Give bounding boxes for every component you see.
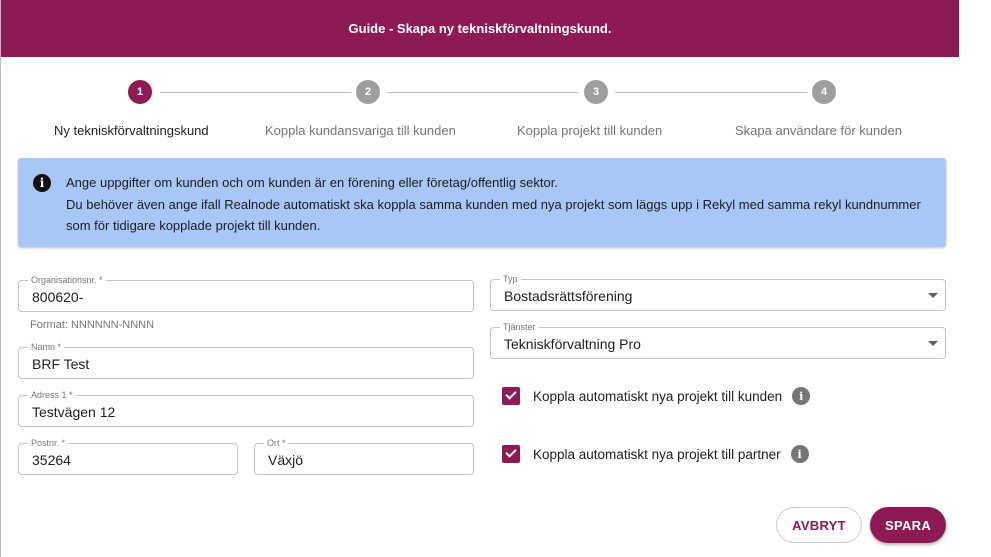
step-connector [387,92,579,93]
name-field[interactable]: Namn * BRF Test [18,341,474,379]
org-nr-helper: Format: NNNNNN-NNNN [30,319,155,331]
step-1-label[interactable]: Ny tekniskförvaltningskund [54,123,209,138]
step-3-label[interactable]: Koppla projekt till kunden [517,123,662,138]
dialog-title: Guide - Skapa ny teknisk​förvaltningskun… [348,21,612,36]
info-icon: i [33,174,51,192]
org-nr-value: 800620- [32,289,84,305]
auto-project-label[interactable]: Koppla automatiskt nya projekt till kund… [533,389,782,404]
postal-code-field[interactable]: Postnr. * 35264 [18,437,238,475]
address-value: Testvägen 12 [32,404,116,420]
auto-partner-checkbox[interactable] [502,445,520,463]
check-icon [505,388,517,400]
info-alert: i Ange uppgifter om kunden och om kunden… [18,158,946,247]
type-select[interactable]: Typ Bostadsrättsförening [490,273,946,311]
info-line-1: Ange uppgifter om kunden och om kunden ä… [66,175,558,190]
address-label: Adress 1 * [28,389,76,401]
city-field[interactable]: Ort * Växjö [254,437,474,475]
step-3-circle[interactable]: 3 [584,80,608,104]
address-field[interactable]: Adress 1 * Testvägen 12 [18,389,474,427]
services-label: Tjänster [500,321,539,333]
step-4-label[interactable]: Skapa användare för kunden [735,123,902,138]
step-2-label[interactable]: Koppla kundansvariga till kunden [265,123,456,138]
services-select[interactable]: Tjänster Tekniskförvaltning Pro [490,321,946,359]
auto-project-checkbox[interactable] [502,387,520,405]
check-icon [505,446,517,458]
caret-down-icon [928,341,938,346]
type-value: Bostadsrättsförening [504,288,633,304]
dialog: Guide - Skapa ny teknisk​förvaltningskun… [0,0,959,557]
type-label: Typ [500,273,521,285]
city-label: Ort * [264,437,289,449]
info-line-2: Du behöver även ange ifall Realnode auto… [66,196,921,234]
info-text: Ange uppgifter om kunden och om kunden ä… [66,172,926,237]
auto-project-row: Koppla automatiskt nya projekt till kund… [502,385,811,407]
org-nr-label: Organisationsnr. * [28,274,106,286]
auto-partner-row: Koppla automatiskt nya projekt till part… [502,443,809,465]
step-4-circle[interactable]: 4 [812,80,836,104]
stepper: 1 2 3 4 Ny tekniskförvaltningskund Koppl… [1,80,959,140]
org-nr-field[interactable]: Organisationsnr. * 800620- [18,274,474,312]
info-icon[interactable]: i [790,445,809,463]
step-2-circle[interactable]: 2 [356,80,380,104]
auto-partner-label[interactable]: Koppla automatiskt nya projekt till part… [533,447,781,462]
name-label: Namn * [28,341,65,353]
dialog-header: Guide - Skapa ny teknisk​förvaltningskun… [1,0,959,57]
step-connector [615,92,807,93]
cancel-button[interactable]: AVBRYT [776,507,862,543]
step-connector [160,92,351,93]
info-icon[interactable]: i [792,387,811,405]
city-value: Växjö [268,452,304,468]
step-1-circle[interactable]: 1 [128,80,152,104]
caret-down-icon [928,293,938,298]
name-value: BRF Test [32,356,90,372]
postal-code-label: Postnr. * [28,437,69,449]
services-value: Tekniskförvaltning Pro [504,336,641,352]
postal-code-value: 35264 [32,452,71,468]
save-button[interactable]: SPARA [870,507,946,543]
